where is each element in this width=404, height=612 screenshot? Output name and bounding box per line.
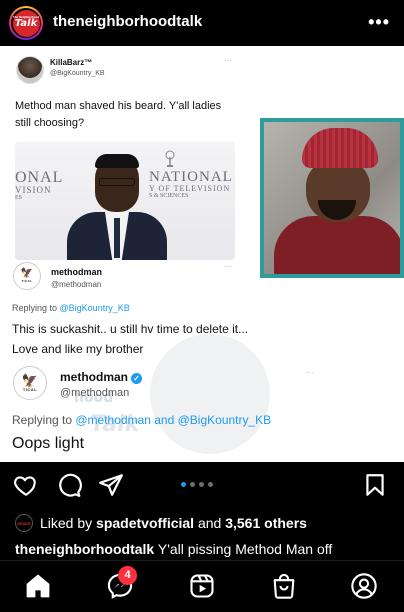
- red-hoodie: [274, 216, 400, 274]
- carousel-indicator: [181, 482, 213, 487]
- wu-bird-icon: 🦅: [21, 373, 39, 388]
- brand-logo: The Neighborhood Talk: [12, 9, 40, 37]
- reply-author-handle: @methodman: [60, 387, 130, 399]
- reply-more-icon: ···: [306, 368, 314, 377]
- reply-author-name: methodman: [51, 267, 103, 277]
- reply-avatar: 🦅 TICAL: [13, 366, 47, 400]
- likes-summary[interactable]: SPADE Liked by spadetvofficial and 3,561…: [15, 514, 307, 532]
- shop-icon[interactable]: [270, 572, 298, 600]
- profile-icon[interactable]: [350, 572, 378, 600]
- reply-text: Oops light: [12, 435, 85, 452]
- bottom-nav: [0, 560, 404, 612]
- likes-count[interactable]: 3,561 others: [225, 515, 307, 531]
- verified-badge-icon: ✓: [131, 373, 143, 384]
- reels-icon[interactable]: [188, 572, 216, 600]
- profile-avatar[interactable]: The Neighborhood Talk: [9, 6, 43, 40]
- tweet-photo-press: ONAL VISION ES NATIONAL Y OF TELEVISION …: [15, 142, 235, 260]
- tweet-author-handle: @BigKountry_KB: [50, 70, 105, 77]
- replying-to: Replying to @BigKountry_KB: [12, 303, 130, 313]
- reply-author-handle: @methodman: [51, 280, 102, 289]
- more-options-button[interactable]: •••: [368, 12, 390, 33]
- reply-author-name: methodman ✓: [60, 370, 143, 384]
- post-header: The Neighborhood Talk theneighborhoodtal…: [0, 0, 404, 46]
- tweet-author-avatar: [16, 56, 44, 84]
- carousel-dot: [208, 482, 213, 487]
- reply-avatar: 🦅 TICAL: [13, 262, 41, 290]
- carousel-dot: [190, 482, 195, 487]
- post-caption: theneighborhoodtalk Y'all pissing Method…: [15, 541, 395, 557]
- watermark-circle: [150, 334, 270, 454]
- liker-avatar: SPADE: [15, 514, 33, 532]
- tweet-more-icon: ···: [224, 56, 232, 65]
- heart-icon[interactable]: [13, 472, 39, 498]
- comment-icon[interactable]: [56, 472, 82, 498]
- caption-username[interactable]: theneighborhoodtalk: [15, 541, 154, 557]
- caption-text: Y'all pissing Method Man off: [154, 541, 333, 557]
- bookmark-icon[interactable]: [362, 472, 388, 498]
- emmy-statue-icon: [165, 150, 175, 167]
- wu-bird-icon: 🦅: [20, 268, 34, 279]
- post-username[interactable]: theneighborhoodtalk: [53, 13, 202, 30]
- replying-to: Replying to @methodman and @BigKountry_K…: [12, 413, 272, 427]
- red-beanie: [302, 128, 378, 168]
- tweet-author-name: KillaBarz™: [50, 58, 93, 67]
- home-icon[interactable]: [24, 572, 52, 600]
- send-icon[interactable]: [98, 472, 124, 498]
- method-man-photo: [260, 118, 404, 278]
- post-media[interactable]: KillaBarz™ @BigKountry_KB ··· Method man…: [0, 46, 404, 462]
- glasses-shape: [99, 178, 135, 186]
- tweet-text: Method man shaved his beard. Y'all ladie…: [15, 100, 222, 129]
- backdrop-text-left: ONAL VISION ES: [15, 169, 64, 202]
- carousel-dot: [181, 482, 186, 487]
- notification-badge: 4: [118, 566, 137, 585]
- carousel-dot: [199, 482, 204, 487]
- tweet-screenshot: KillaBarz™ @BigKountry_KB ··· Method man…: [0, 46, 404, 462]
- liker-username[interactable]: spadetvofficial: [96, 515, 194, 531]
- reply-more-icon: ···: [224, 262, 232, 271]
- backdrop-text-right: NATIONAL Y OF TELEVISION S & SCIENCES: [149, 169, 233, 200]
